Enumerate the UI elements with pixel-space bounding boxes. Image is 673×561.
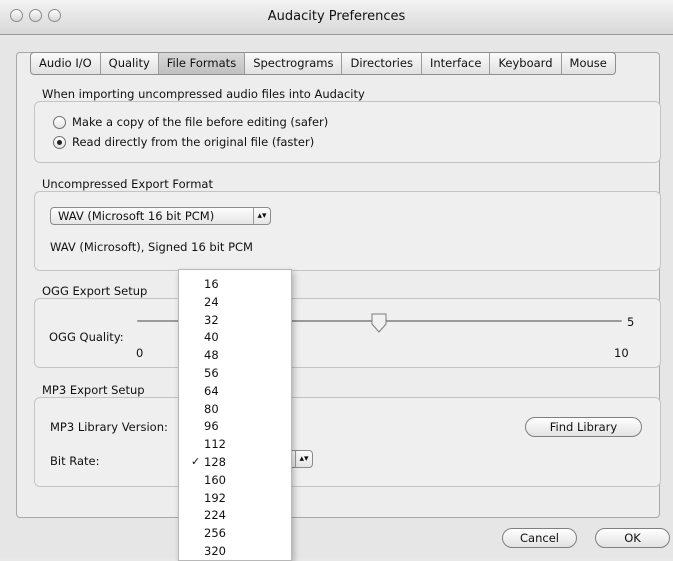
slider-thumb[interactable] xyxy=(371,313,387,333)
bitrate-menu-item-label: 56 xyxy=(204,366,219,380)
bitrate-menu-item[interactable]: 40 xyxy=(179,328,291,346)
tab-file-formats[interactable]: File Formats xyxy=(158,53,246,74)
import-group xyxy=(34,101,661,163)
bitrate-menu-item[interactable]: 224 xyxy=(179,506,291,524)
bitrate-menu-item-label: 96 xyxy=(204,419,219,434)
bitrate-menu-item[interactable]: 256 xyxy=(179,524,291,542)
mp3-library-label: MP3 Library Version: xyxy=(50,420,168,434)
bitrate-menu-item-label: 112 xyxy=(204,437,226,452)
bitrate-menu-item-label: 64 xyxy=(204,383,219,398)
bitrate-menu-item[interactable]: 80 xyxy=(179,400,291,418)
mp3-section-label: MP3 Export Setup xyxy=(42,383,145,397)
export-format-group xyxy=(34,191,661,271)
bitrate-menu-item-label: 24 xyxy=(204,294,219,309)
title-bar: Audacity Preferences xyxy=(0,0,673,35)
window-title: Audacity Preferences xyxy=(267,9,406,24)
bitrate-menu-item[interactable]: 48 xyxy=(179,346,291,364)
ogg-quality-min: 0 xyxy=(136,346,144,360)
ogg-section-label: OGG Export Setup xyxy=(42,284,148,298)
read-directly-option[interactable]: Read directly from the original file (fa… xyxy=(53,135,314,149)
mp3-group xyxy=(34,397,661,487)
export-format-label: Uncompressed Export Format xyxy=(42,177,213,191)
ok-button[interactable]: OK xyxy=(595,528,670,548)
tab-spectrograms[interactable]: Spectrograms xyxy=(245,53,343,74)
updown-arrows-icon: ▴▾ xyxy=(295,451,312,467)
bitrate-menu-item[interactable]: 112 xyxy=(179,435,291,453)
tab-bar: Audio I/O Quality File Formats Spectrogr… xyxy=(30,52,616,75)
copy-option-label: Make a copy of the file before editing (… xyxy=(72,115,329,129)
tab-directories[interactable]: Directories xyxy=(342,53,422,74)
bitrate-menu-item-label: 16 xyxy=(204,277,219,291)
bitrate-menu-item-label: 256 xyxy=(204,526,226,541)
radio-read-directly[interactable] xyxy=(53,135,66,149)
bitrate-menu-item[interactable]: 64 xyxy=(179,382,291,400)
bitrate-menu-item-label: 80 xyxy=(204,401,219,416)
ogg-quality-value: 5 xyxy=(627,315,635,329)
cancel-button[interactable]: Cancel xyxy=(502,528,577,548)
copy-before-editing-option[interactable]: Make a copy of the file before editing (… xyxy=(53,115,328,129)
updown-arrows-icon: ▴▾ xyxy=(253,208,270,224)
export-format-value: WAV (Microsoft 16 bit PCM) xyxy=(58,209,215,223)
bitrate-menu: 16 24 32 40 48 56 64 80 96 112 ✓ 128 160 192 224 256 320 xyxy=(178,269,292,561)
bitrate-menu-item[interactable]: ✓ 128 xyxy=(179,453,291,471)
read-directly-label: Read directly from the original file (fa… xyxy=(72,135,315,149)
tab-interface[interactable]: Interface xyxy=(422,53,491,74)
bitrate-menu-item-label: 192 xyxy=(204,490,226,505)
bitrate-menu-item[interactable]: 32 xyxy=(179,311,291,329)
tab-mouse[interactable]: Mouse xyxy=(562,53,615,74)
tab-keyboard[interactable]: Keyboard xyxy=(490,53,562,74)
bitrate-menu-item-label: 320 xyxy=(204,544,226,558)
bitrate-menu-item-label: 160 xyxy=(204,472,226,487)
ogg-quality-max: 10 xyxy=(614,346,629,360)
bitrate-menu-item[interactable]: 56 xyxy=(179,364,291,382)
bitrate-menu-item-label: 40 xyxy=(204,330,219,345)
bitrate-menu-item-label: 128 xyxy=(204,455,226,469)
ogg-group xyxy=(34,298,661,368)
bitrate-menu-item-label: 224 xyxy=(204,508,226,523)
bitrate-label: Bit Rate: xyxy=(50,454,100,468)
bitrate-menu-item[interactable]: 320 xyxy=(179,542,291,560)
tab-quality[interactable]: Quality xyxy=(101,53,159,74)
bitrate-menu-item[interactable]: 192 xyxy=(179,489,291,507)
radio-copy[interactable] xyxy=(53,115,66,129)
find-library-button[interactable]: Find Library xyxy=(525,417,642,437)
preferences-window: Audacity Preferences Audio I/O Quality F… xyxy=(0,0,673,561)
bitrate-menu-item[interactable]: 24 xyxy=(179,293,291,311)
tab-audio-io[interactable]: Audio I/O xyxy=(31,53,101,74)
bitrate-menu-item[interactable]: 96 xyxy=(179,417,291,435)
checkmark-icon: ✓ xyxy=(191,455,201,468)
import-section-label: When importing uncompressed audio files … xyxy=(42,87,365,101)
export-format-description: WAV (Microsoft), Signed 16 bit PCM xyxy=(50,240,253,254)
export-format-select[interactable]: WAV (Microsoft 16 bit PCM) ▴▾ xyxy=(50,207,271,225)
bitrate-menu-item-label: 48 xyxy=(204,348,219,363)
bitrate-menu-item[interactable]: 16 xyxy=(179,275,291,293)
bitrate-menu-item[interactable]: 160 xyxy=(179,471,291,489)
bitrate-menu-item-label: 32 xyxy=(204,312,219,327)
ogg-quality-label: OGG Quality: xyxy=(49,330,124,344)
